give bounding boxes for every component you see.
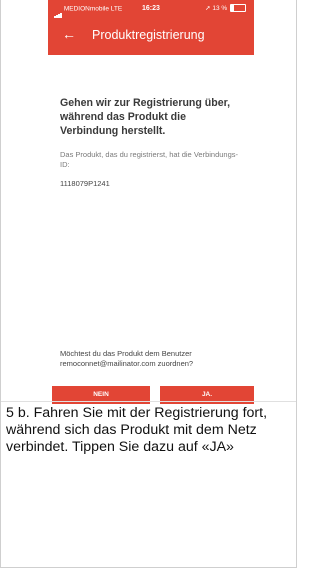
nav-bar: ← Produktregistrierung	[48, 20, 254, 50]
connection-id-label: Das Produkt, das du registrierst, hat di…	[60, 150, 239, 169]
carrier-info: MEDIONmobile LTE	[54, 0, 122, 19]
registration-content: Gehen wir zur Registrierung über, währen…	[60, 96, 246, 188]
registration-heading: Gehen wir zur Registrierung über, währen…	[60, 97, 231, 137]
instruction-caption: 5 b. Fahren Sie mit der Registrierung fo…	[6, 405, 268, 455]
back-arrow-icon[interactable]: ←	[62, 26, 76, 42]
battery-icon	[230, 4, 246, 13]
divider	[1, 401, 296, 402]
carrier-name: MEDIONmobile	[63, 5, 109, 13]
network-type: LTE	[110, 5, 123, 13]
phone-screen: MEDIONmobile LTE 16:23 ➚ 13 % ← Produktr…	[48, 0, 254, 404]
assign-question: Möchtest du das Produkt dem Benutzer rem…	[60, 349, 194, 368]
location-arrow-icon: ➚	[205, 5, 211, 12]
app-header: MEDIONmobile LTE 16:23 ➚ 13 % ← Produktr…	[48, 0, 254, 55]
status-bar: MEDIONmobile LTE 16:23 ➚ 13 %	[48, 0, 254, 18]
status-time: 16:23	[142, 5, 160, 12]
battery-percent: 13 %	[212, 5, 228, 12]
page-title: Produktregistrierung	[92, 28, 205, 42]
status-right: ➚ 13 %	[205, 0, 246, 18]
signal-icon	[54, 0, 62, 18]
connection-id-value: 1118079P1241	[60, 179, 110, 188]
